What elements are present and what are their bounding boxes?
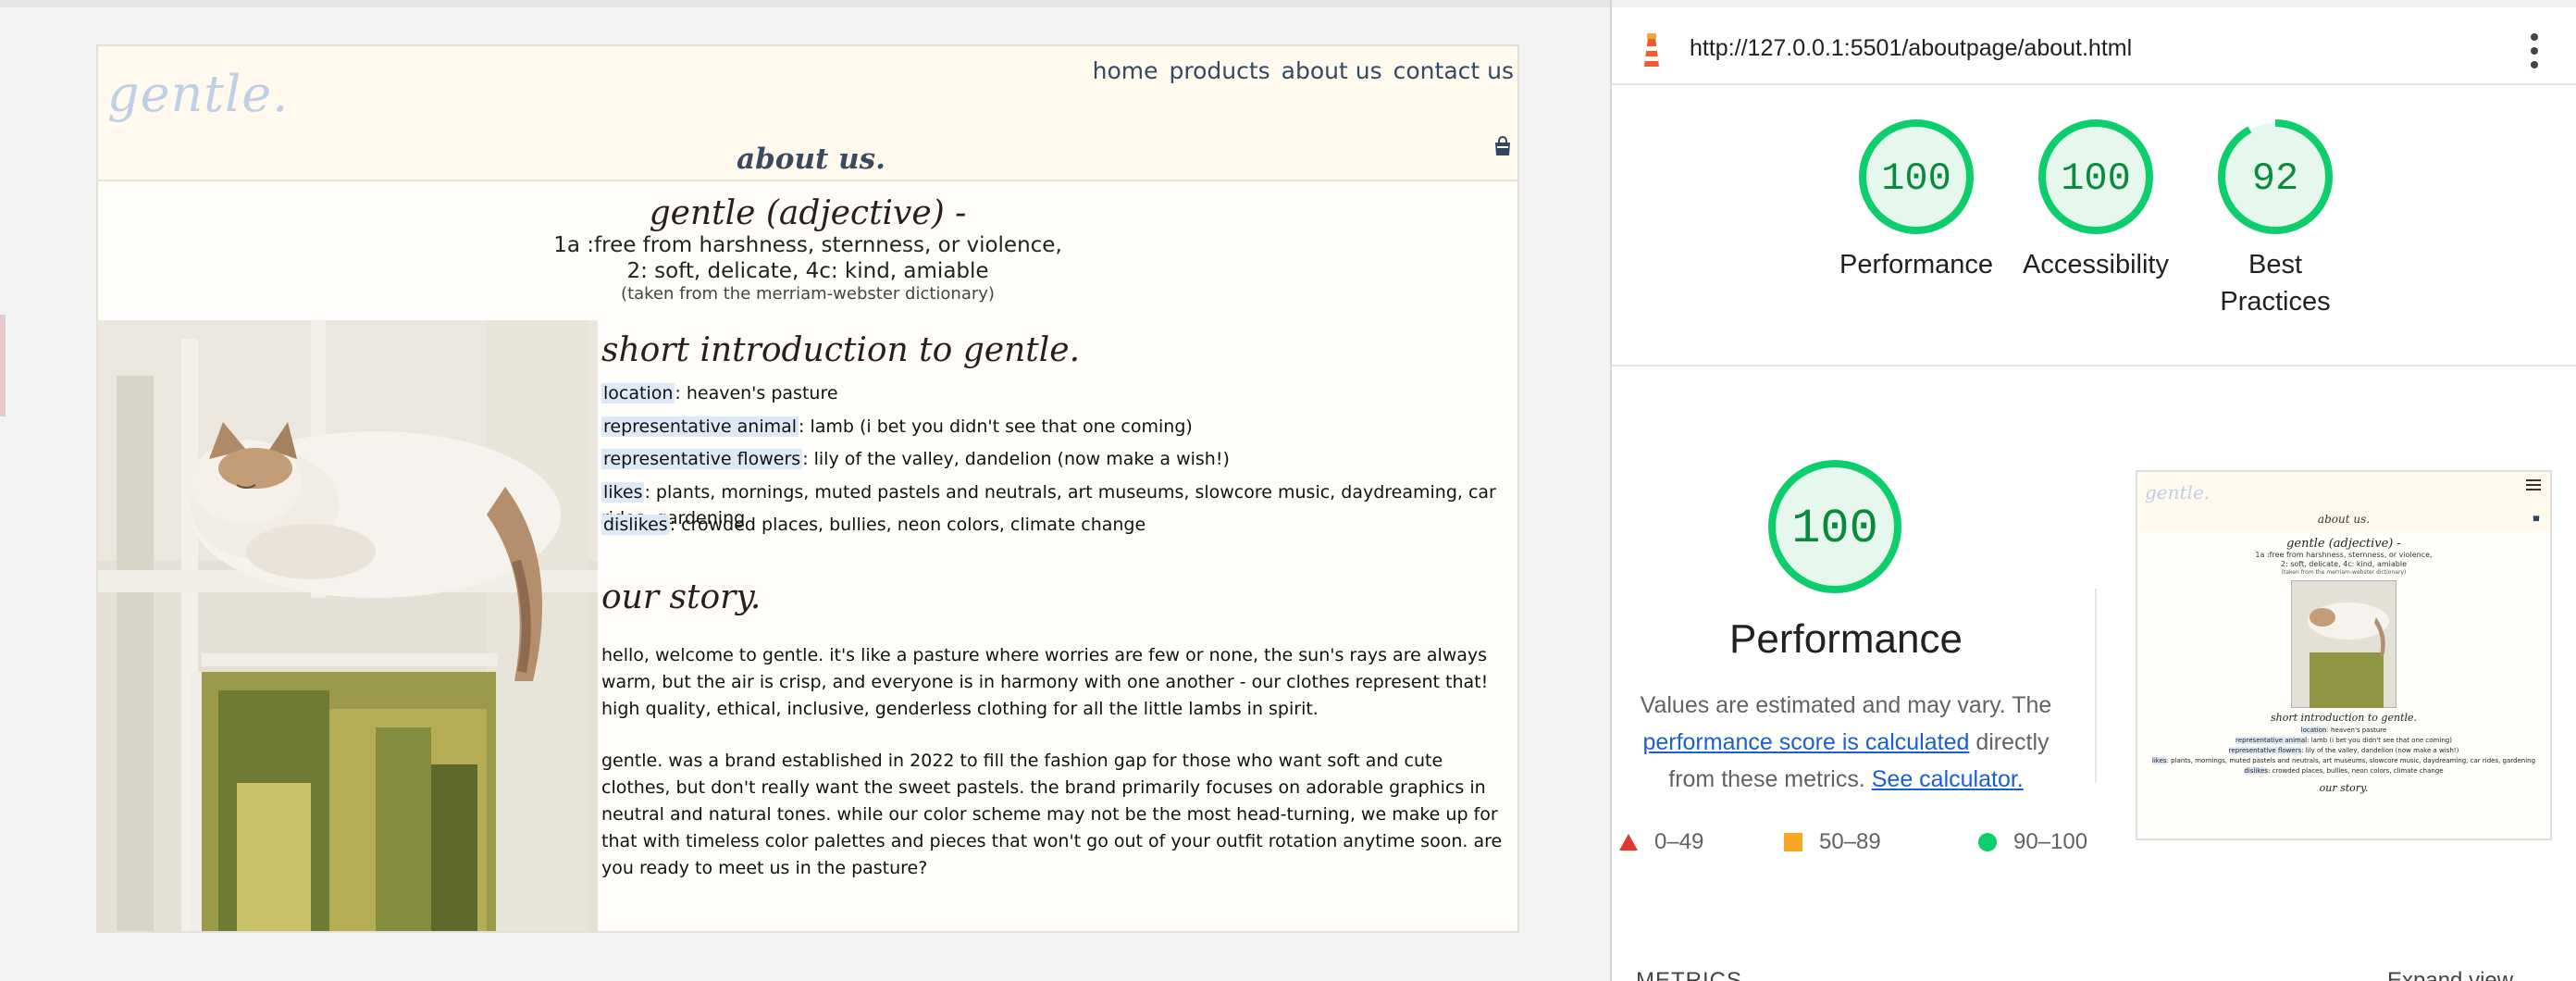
metrics-heading: METRICS — [1636, 968, 1742, 981]
performance-gauge-large: 100 — [1768, 460, 1901, 593]
legend-pass: 90–100 — [1978, 829, 2087, 855]
performance-score-large: 100 — [1791, 502, 1878, 556]
site-header: gentle. home products about us contact u… — [98, 46, 1517, 181]
legend-average: 50–89 — [1784, 829, 1881, 855]
page-title: about us. — [737, 143, 886, 176]
definition-title: gentle (adjective) - — [649, 194, 967, 232]
thumb-definition-title: gentle (adjective) - — [2286, 537, 2401, 551]
gauge-score: 92 — [2252, 156, 2298, 201]
thumb-body: gentle (adjective) - 1a :free from harsh… — [2137, 537, 2550, 796]
info-flowers: representative flowers: lily of the vall… — [601, 446, 1517, 479]
gauge-ring: 100 — [1859, 119, 1974, 234]
divider — [1612, 365, 2576, 366]
gauge-ring: 100 — [2038, 119, 2153, 234]
definition-block: gentle (adjective) - 1a :free from harsh… — [98, 194, 1517, 304]
info-animal: representative animal: lamb (i bet you d… — [601, 414, 1517, 447]
info-value: : lamb (i bet you didn't see that one co… — [799, 416, 1193, 437]
left-edge-marker — [0, 315, 6, 416]
info-key: location — [601, 383, 675, 404]
thumb-page-title: about us. — [2317, 513, 2371, 526]
thumb-section-title: our story. — [2319, 782, 2369, 794]
expand-view-toggle[interactable]: Expand view — [2387, 968, 2513, 981]
square-icon — [1784, 833, 1802, 851]
performance-title: Performance — [1729, 616, 1963, 662]
gauge-label: Best Practices — [2220, 250, 2331, 317]
report-url-bar: http://127.0.0.1:5501/aboutpage/about.ht… — [1612, 17, 2576, 85]
info-key: likes — [601, 481, 645, 503]
nav-about[interactable]: about us — [1282, 57, 1382, 84]
legend-range: 0–49 — [1654, 829, 1704, 854]
divider — [2095, 589, 2097, 783]
info-location: location: heaven's pasture — [601, 380, 1517, 414]
gauge-score: 100 — [1881, 156, 1951, 201]
page-screenshot-thumbnail[interactable]: gentle. about us. gentle (adjective) - 1… — [2136, 470, 2552, 840]
story-paragraph: hello, welcome to gentle. it's like a pa… — [601, 644, 1489, 719]
triangle-icon — [1619, 834, 1638, 851]
report-url[interactable]: http://127.0.0.1:5501/aboutpage/about.ht… — [1690, 35, 2132, 62]
nav-contact[interactable]: contact us — [1393, 57, 1514, 84]
nav-products[interactable]: products — [1169, 57, 1269, 84]
thumb-cat-illustration — [2291, 580, 2396, 708]
nav-home[interactable]: home — [1093, 57, 1158, 84]
info-value: : heaven's pasture — [675, 383, 838, 404]
thumb-definition-line: 2: soft, delicate, 4c: kind, amiable — [2280, 560, 2408, 568]
thumb-info-row: representative flowers: lily of the vall… — [2228, 747, 2459, 754]
legend-range: 90–100 — [2013, 829, 2088, 854]
legend-range: 50–89 — [1819, 829, 1881, 854]
legend-fail: 0–49 — [1619, 829, 1703, 855]
about-content: short introduction to gentle. location: … — [601, 328, 1517, 907]
hamburger-icon — [2526, 479, 2541, 490]
score-calc-link[interactable]: performance score is calculated — [1642, 729, 1969, 755]
info-dislikes: dislikes: crowded places, bullies, neon … — [601, 512, 1517, 545]
gauge-ring: 92 — [2218, 119, 2333, 234]
thumb-definition-line: 1a :free from harshness, sternness, or v… — [2255, 551, 2433, 559]
definition-line: 2: soft, delicate, 4c: kind, amiable — [626, 259, 989, 283]
gauge-score: 100 — [2061, 156, 2131, 201]
top-toolbar-strip — [0, 0, 1610, 7]
desc-text: Values are estimated and may vary. The — [1640, 692, 2052, 718]
info-value: : lily of the valley, dandelion (now mak… — [802, 449, 1230, 469]
lighthouse-icon — [1644, 33, 1659, 67]
info-key: dislikes — [601, 515, 670, 535]
website-page: gentle. home products about us contact u… — [96, 44, 1519, 933]
thumb-info-row: likes: plants, mornings, muted pastels a… — [2151, 757, 2536, 764]
calculator-link[interactable]: See calculator. — [1872, 766, 2024, 792]
thumb-info-row: representative animal: lamb (i bet you d… — [2235, 737, 2452, 744]
score-legend: 0–49 50–89 90–100 — [1619, 829, 2119, 861]
gauge-label: Accessibility — [2023, 250, 2169, 279]
gauge-performance[interactable]: 100 Performance — [1824, 117, 2009, 283]
site-nav: home products about us contact us — [1093, 57, 1514, 84]
info-key: representative flowers — [601, 449, 803, 469]
gauge-label: Performance — [1839, 250, 1993, 279]
gauge-best-practices[interactable]: 92 Best Practices — [2183, 117, 2368, 320]
site-logo[interactable]: gentle. — [107, 65, 289, 123]
section-title-intro: short introduction to gentle. — [601, 331, 1081, 369]
thumb-logo: gentle. — [2145, 481, 2211, 503]
definition-source: (taken from the merriam-webster dictiona… — [621, 284, 995, 304]
thumb-info-row: location: heaven's pasture — [2300, 726, 2387, 734]
info-key: representative animal — [601, 416, 799, 437]
panel-top-strip — [1612, 0, 2576, 7]
thumb-header: gentle. about us. — [2137, 472, 2550, 531]
info-value: : crowded places, bullies, neon colors, … — [669, 515, 1146, 535]
gauge-accessibility[interactable]: 100 Accessibility — [2003, 117, 2188, 283]
sleeping-cat-illustration — [98, 320, 598, 931]
browser-viewport: gentle. home products about us contact u… — [0, 0, 1610, 981]
more-vert-icon[interactable] — [2530, 33, 2539, 68]
thumb-definition-source: (taken from the merriam-webster dictiona… — [2281, 569, 2407, 576]
info-likes: likes: plants, mornings, muted pastels a… — [601, 479, 1517, 528]
thumb-info-row: dislikes: crowded places, bullies, neon … — [2244, 767, 2444, 775]
circle-icon — [1978, 833, 1997, 851]
section-title-story: our story. — [601, 577, 762, 616]
shopping-bag-icon[interactable] — [1492, 135, 1514, 157]
story-paragraph: gentle. was a brand established in 2022 … — [601, 750, 1503, 878]
thumb-section-title: short introduction to gentle. — [2271, 712, 2417, 724]
definition-line: 1a :free from harshness, sternness, or v… — [553, 233, 1062, 257]
performance-description: Values are estimated and may vary. The p… — [1619, 687, 2073, 798]
